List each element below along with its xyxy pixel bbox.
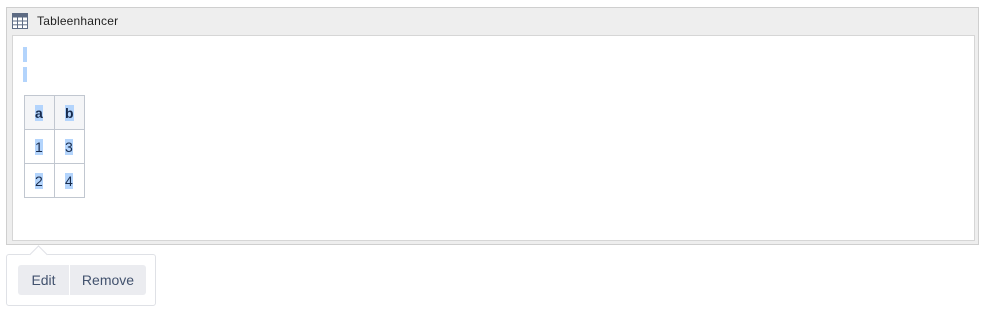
edit-button[interactable]: Edit <box>18 265 69 295</box>
header-cell-text: b <box>65 104 74 121</box>
table-cell[interactable]: 3 <box>54 129 85 164</box>
macro-placeholder[interactable]: Tableenhancer a b 1 3 2 4 <box>6 7 979 245</box>
macro-title: Tableenhancer <box>37 14 119 28</box>
table-row: 1 3 <box>24 129 85 164</box>
macro-property-panel: Edit Remove <box>6 245 156 306</box>
table-header-cell[interactable]: a <box>24 95 55 130</box>
table-cell[interactable]: 4 <box>54 163 85 198</box>
table-header-row: a b <box>24 95 85 130</box>
table-header-cell[interactable]: b <box>54 95 85 130</box>
table-row: 2 4 <box>24 163 85 198</box>
empty-line-selection <box>23 67 27 82</box>
empty-line-selection <box>23 47 27 62</box>
table-cell[interactable]: 2 <box>24 163 55 198</box>
cell-text: 4 <box>65 172 73 189</box>
table-cell[interactable]: 1 <box>24 129 55 164</box>
header-cell-text: a <box>35 104 43 121</box>
cell-text: 3 <box>65 138 73 155</box>
remove-button[interactable]: Remove <box>70 265 146 295</box>
macro-body[interactable]: a b 1 3 2 4 <box>12 35 975 241</box>
data-table[interactable]: a b 1 3 2 4 <box>24 95 85 198</box>
table-icon <box>12 13 28 29</box>
cell-text: 1 <box>35 138 43 155</box>
panel-pointer <box>29 245 48 264</box>
cell-text: 2 <box>35 172 43 189</box>
macro-header: Tableenhancer <box>7 8 978 34</box>
